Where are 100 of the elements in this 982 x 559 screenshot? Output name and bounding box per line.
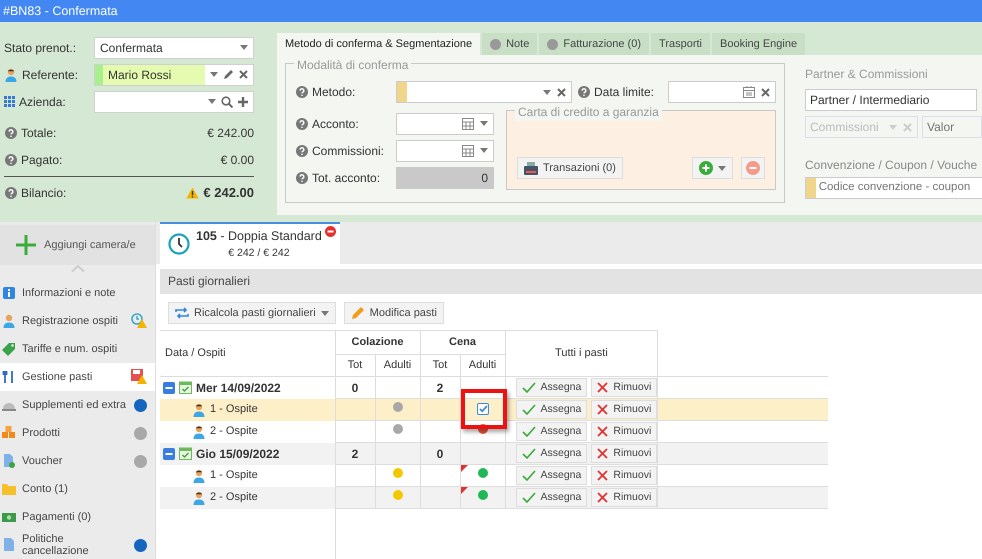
warning-icon — [186, 186, 200, 198]
pencil-icon[interactable] — [223, 69, 234, 80]
room-tab[interactable]: 105 - Doppia Standard € 242 / € 242 — [160, 222, 340, 264]
info-icon — [2, 286, 16, 300]
person-icon — [192, 402, 206, 416]
remove-button[interactable]: Rimuovi — [591, 378, 658, 397]
transactions-button[interactable]: Transazioni (0) — [517, 157, 623, 179]
table-cell: 0 — [420, 442, 460, 464]
assign-button[interactable]: Assegna — [516, 378, 588, 397]
caret-icon[interactable] — [208, 99, 216, 104]
sidebar-item[interactable]: Informazioni e note — [0, 279, 155, 307]
remove-button[interactable]: Rimuovi — [591, 488, 658, 507]
calculator-icon[interactable] — [462, 118, 474, 130]
sidebar-item[interactable]: Politiche cancellazione — [0, 531, 155, 559]
window-title: #BN83 - Confermata — [0, 0, 982, 22]
calendar-icon[interactable] — [743, 86, 755, 98]
tab[interactable]: Fatturazione (0) — [539, 33, 650, 55]
checkbox[interactable] — [476, 403, 488, 416]
room-price: € 242 / € 242 — [227, 246, 291, 261]
floppy-warning-icon — [131, 369, 147, 385]
column-header: Tot — [335, 354, 375, 376]
caret-icon[interactable] — [543, 90, 551, 94]
field-label: Stato prenot.: — [4, 40, 76, 56]
check-icon — [522, 470, 536, 481]
company-field[interactable] — [94, 90, 254, 112]
number-field[interactable] — [396, 112, 494, 134]
minus-circle-icon — [746, 161, 760, 175]
help-icon — [296, 144, 308, 156]
status-select[interactable]: Confermata — [94, 36, 254, 58]
cross-icon — [597, 382, 608, 393]
sidebar-item[interactable]: Gestione pasti — [0, 363, 155, 391]
assign-button[interactable]: Assegna — [516, 400, 588, 419]
remove-button[interactable]: Rimuovi — [591, 400, 658, 419]
close-icon[interactable] — [761, 88, 770, 96]
partner-select[interactable]: Partner / Intermediario — [805, 89, 977, 111]
plus-icon — [16, 235, 36, 255]
remove-icon[interactable] — [325, 226, 336, 237]
add-room-button[interactable]: Aggiungi camera/e — [0, 225, 155, 265]
tab[interactable]: Metodo di conferma & Segmentazione — [277, 33, 480, 55]
assign-button[interactable]: Assegna — [516, 466, 588, 485]
caret-icon[interactable] — [480, 148, 488, 153]
assign-button[interactable]: Assegna — [516, 422, 588, 441]
calendar-check-icon — [179, 381, 192, 394]
tab[interactable]: Note — [482, 33, 538, 55]
field-label: Referente: — [22, 66, 78, 84]
guest-label: 1 - Ospite — [210, 468, 258, 484]
caret-icon[interactable] — [320, 310, 329, 316]
close-icon[interactable] — [239, 70, 248, 79]
sidebar-item[interactable]: Conto (1) — [0, 475, 155, 503]
remove-button[interactable]: Rimuovi — [591, 422, 658, 441]
add-button[interactable] — [692, 157, 733, 179]
highlight-frame — [460, 389, 506, 429]
caret-icon[interactable] — [210, 72, 218, 77]
panel-title: Pasti giornalieri — [160, 269, 982, 294]
tab[interactable]: Trasporti — [651, 33, 710, 55]
sidebar-item[interactable]: Tariffe e num. ospiti — [0, 335, 155, 363]
tag-icon — [2, 342, 16, 356]
table-cell: 2 — [335, 442, 375, 464]
referent-value: Mario Rossi — [95, 64, 205, 84]
boxes-icon — [2, 426, 16, 440]
remove-button[interactable]: Rimuovi — [591, 444, 658, 463]
comment-marker-icon — [460, 487, 468, 494]
collapse-icon[interactable] — [163, 448, 175, 460]
column-header: Tot — [420, 354, 460, 376]
help-icon — [5, 154, 17, 166]
guest-label: 2 - Ospite — [210, 490, 258, 506]
sidebar-item[interactable]: Registrazione ospiti — [0, 307, 155, 335]
help-icon — [296, 172, 308, 184]
referent-field[interactable]: Mario Rossi — [94, 64, 254, 86]
field-label: Tot. acconto: — [312, 170, 380, 186]
sidebar-item[interactable]: Prodotti — [0, 419, 155, 447]
sidebar-item[interactable]: Supplementi ed extra — [0, 391, 155, 419]
collapse-icon[interactable] — [163, 382, 175, 394]
coupon-field[interactable]: Codice convenzione - coupon — [805, 177, 982, 199]
remove-button[interactable] — [741, 157, 765, 179]
toolbar-button[interactable]: Ricalcola pasti giornalieri — [168, 302, 336, 324]
toolbar-button[interactable]: Modifica pasti — [344, 302, 444, 324]
sidebar-item[interactable]: Voucher — [0, 447, 155, 475]
cutlery-icon — [2, 370, 16, 384]
room-title: 105 - Doppia Standard — [196, 228, 322, 245]
tab[interactable]: Booking Engine — [712, 33, 806, 55]
date-field[interactable] — [668, 81, 776, 103]
number-field[interactable] — [396, 140, 494, 162]
cross-icon — [597, 404, 608, 415]
assign-button[interactable]: Assegna — [516, 444, 588, 463]
caret-icon[interactable] — [240, 45, 248, 50]
money-icon — [2, 510, 16, 524]
help-icon — [5, 126, 17, 138]
search-icon[interactable] — [221, 96, 233, 108]
section-title: Partner & Commissioni — [805, 66, 929, 83]
caret-icon[interactable] — [480, 121, 488, 126]
clock-warning-icon — [131, 313, 147, 329]
field-label: Metodo: — [312, 84, 356, 101]
caret-icon[interactable] — [718, 166, 726, 170]
sidebar-item[interactable]: Pagamenti (0) — [0, 503, 155, 531]
calculator-icon[interactable] — [462, 144, 474, 156]
remove-button[interactable]: Rimuovi — [591, 466, 658, 485]
close-icon[interactable] — [557, 88, 566, 96]
assign-button[interactable]: Assegna — [516, 488, 588, 507]
plus-icon[interactable] — [238, 96, 248, 106]
